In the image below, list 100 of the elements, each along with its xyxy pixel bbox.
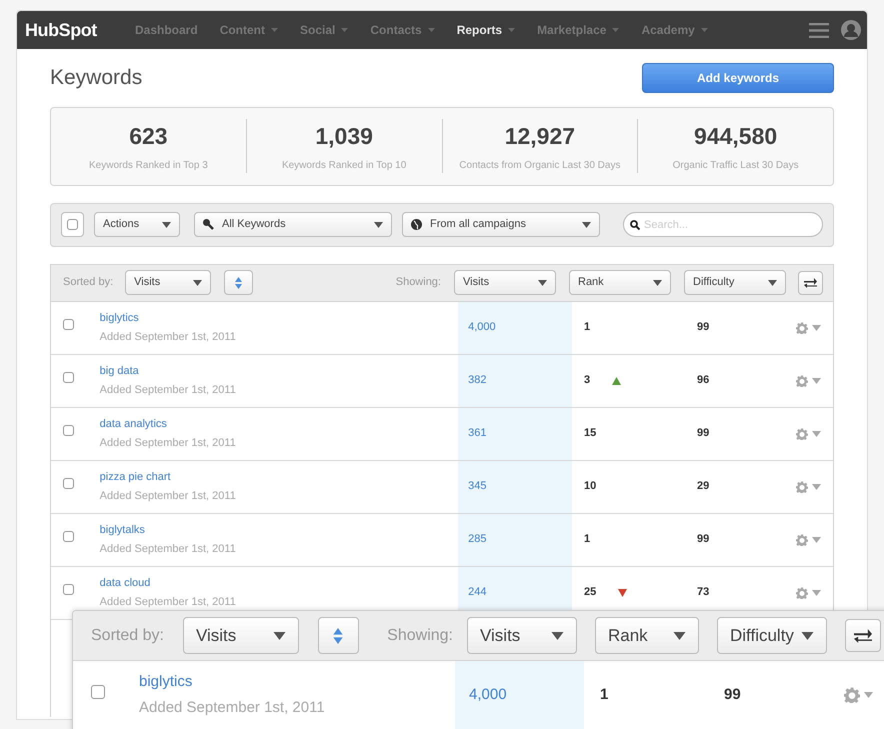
caret-icon [673, 632, 686, 640]
dropdown[interactable]: Rank [569, 270, 671, 295]
keyword-link[interactable]: biglytics [100, 310, 139, 326]
caret-icon [538, 280, 547, 286]
added-date: Added September 1st, 2011 [100, 542, 237, 556]
dropdown[interactable]: Difficulty [717, 617, 827, 654]
visits-count[interactable]: 244 [468, 584, 486, 601]
rank-value: 10 [584, 479, 596, 494]
keyword-link[interactable]: big data [100, 363, 139, 380]
keyword-link[interactable]: pizza pie chart [100, 469, 171, 486]
swap-icon [804, 278, 817, 288]
user-avatar-icon[interactable] [841, 20, 861, 40]
page-title: Keywords [50, 65, 142, 91]
sort-arrows-icon [235, 276, 242, 288]
keyword-link[interactable]: data cloud [100, 575, 150, 592]
swap-columns-button[interactable] [798, 270, 823, 294]
nav-item[interactable]: Social [300, 21, 336, 39]
dropdown[interactable]: Rank [595, 617, 699, 654]
gear-icon[interactable] [796, 428, 808, 440]
caret-icon [582, 222, 591, 228]
caret-icon [768, 280, 777, 286]
dropdown[interactable]: Visits [454, 270, 556, 295]
caret-icon [812, 484, 821, 490]
gear-icon[interactable] [796, 374, 808, 386]
keyword-link[interactable]: data analytics [100, 416, 167, 432]
checkbox[interactable] [91, 684, 105, 699]
nav-item[interactable]: Dashboard [135, 21, 198, 39]
difficulty-value: 99 [696, 532, 710, 548]
checkbox[interactable] [67, 219, 78, 230]
dropdown[interactable]: Difficulty [684, 270, 786, 295]
gear-icon[interactable] [796, 586, 808, 598]
gear-icon[interactable] [796, 322, 808, 334]
showing-label: Showing: [387, 626, 453, 646]
caret-icon[interactable] [341, 28, 348, 32]
search-icon [630, 220, 640, 230]
nav-item[interactable]: Academy [641, 21, 695, 39]
caret-icon[interactable] [612, 28, 620, 32]
visits-count[interactable]: 4,000 [468, 319, 496, 336]
add-keywords-button[interactable]: Add keywords [642, 62, 834, 93]
added-date: Added September 1st, 2011 [100, 330, 237, 344]
visits-count[interactable]: 361 [468, 425, 486, 442]
rank-value: 1 [600, 684, 608, 705]
visits-count[interactable]: 345 [468, 478, 486, 495]
nav-item[interactable]: Reports [456, 21, 502, 39]
checkbox[interactable] [63, 531, 74, 542]
gear-icon[interactable] [844, 687, 860, 703]
caret-icon [653, 280, 662, 286]
visits-count[interactable]: 382 [468, 372, 486, 389]
difficulty-value: 99 [696, 426, 710, 442]
dropdown[interactable]: Visits [467, 617, 577, 654]
dropdown[interactable]: All Keywords [194, 212, 392, 237]
swap-columns-button[interactable] [845, 619, 881, 652]
caret-icon[interactable] [271, 28, 278, 32]
caret-icon [374, 222, 383, 228]
nav-item[interactable]: Content [220, 21, 266, 39]
rank-value: 15 [584, 426, 596, 442]
stat-value: 1,039 [315, 122, 373, 151]
stat-label: Keywords Ranked in Top 3 [88, 159, 208, 174]
dropdown[interactable]: Actions [94, 212, 180, 237]
nav-item[interactable]: Contacts [370, 21, 422, 39]
dropdown[interactable]: From all campaigns [402, 212, 600, 237]
visits-count[interactable]: 285 [468, 531, 486, 548]
globe-icon [411, 219, 422, 230]
checkbox[interactable] [63, 584, 74, 596]
gear-icon[interactable] [796, 534, 808, 546]
gear-icon[interactable] [796, 480, 808, 492]
keyword-link[interactable]: biglytalks [100, 522, 145, 538]
nav-item[interactable]: Marketplace [537, 21, 606, 39]
stat-value: 944,580 [694, 122, 778, 151]
logo[interactable]: HubSpot [25, 16, 135, 44]
stat-label: Keywords Ranked in Top 10 [282, 159, 406, 174]
sort-order-button[interactable] [224, 270, 254, 295]
sorted-by-label: Sorted by: [91, 626, 164, 646]
checkbox[interactable] [63, 478, 74, 490]
dropdown[interactable]: Visits [125, 270, 212, 295]
caret-icon[interactable] [428, 28, 435, 32]
menu-icon[interactable] [809, 22, 829, 38]
caret-icon[interactable] [508, 28, 516, 32]
difficulty-value: 99 [696, 320, 710, 336]
showing-label: Showing: [396, 275, 441, 290]
added-date: Added September 1st, 2011 [100, 594, 237, 610]
added-date: Added September 1st, 2011 [139, 698, 326, 718]
difficulty-value: 29 [696, 479, 710, 494]
caret-icon [193, 280, 202, 286]
rank-value: 1 [584, 532, 590, 548]
difficulty-value: 73 [696, 585, 710, 600]
caret-icon[interactable] [700, 28, 708, 32]
rank-value: 1 [584, 320, 590, 336]
added-date: Added September 1st, 2011 [100, 436, 237, 450]
sort-order-button[interactable] [318, 617, 359, 654]
visits-count[interactable]: 4,000 [469, 684, 507, 706]
stat-label: Contacts from Organic Last 30 Days [459, 159, 620, 174]
caret-icon [272, 632, 286, 640]
dropdown[interactable]: Visits [182, 617, 299, 654]
keyword-link[interactable]: biglytics [139, 670, 192, 693]
checkbox[interactable] [63, 319, 74, 330]
checkbox[interactable] [63, 425, 74, 436]
checkbox[interactable] [63, 372, 74, 384]
difficulty-value: 96 [696, 373, 710, 388]
rank-value: 25 [584, 585, 596, 600]
